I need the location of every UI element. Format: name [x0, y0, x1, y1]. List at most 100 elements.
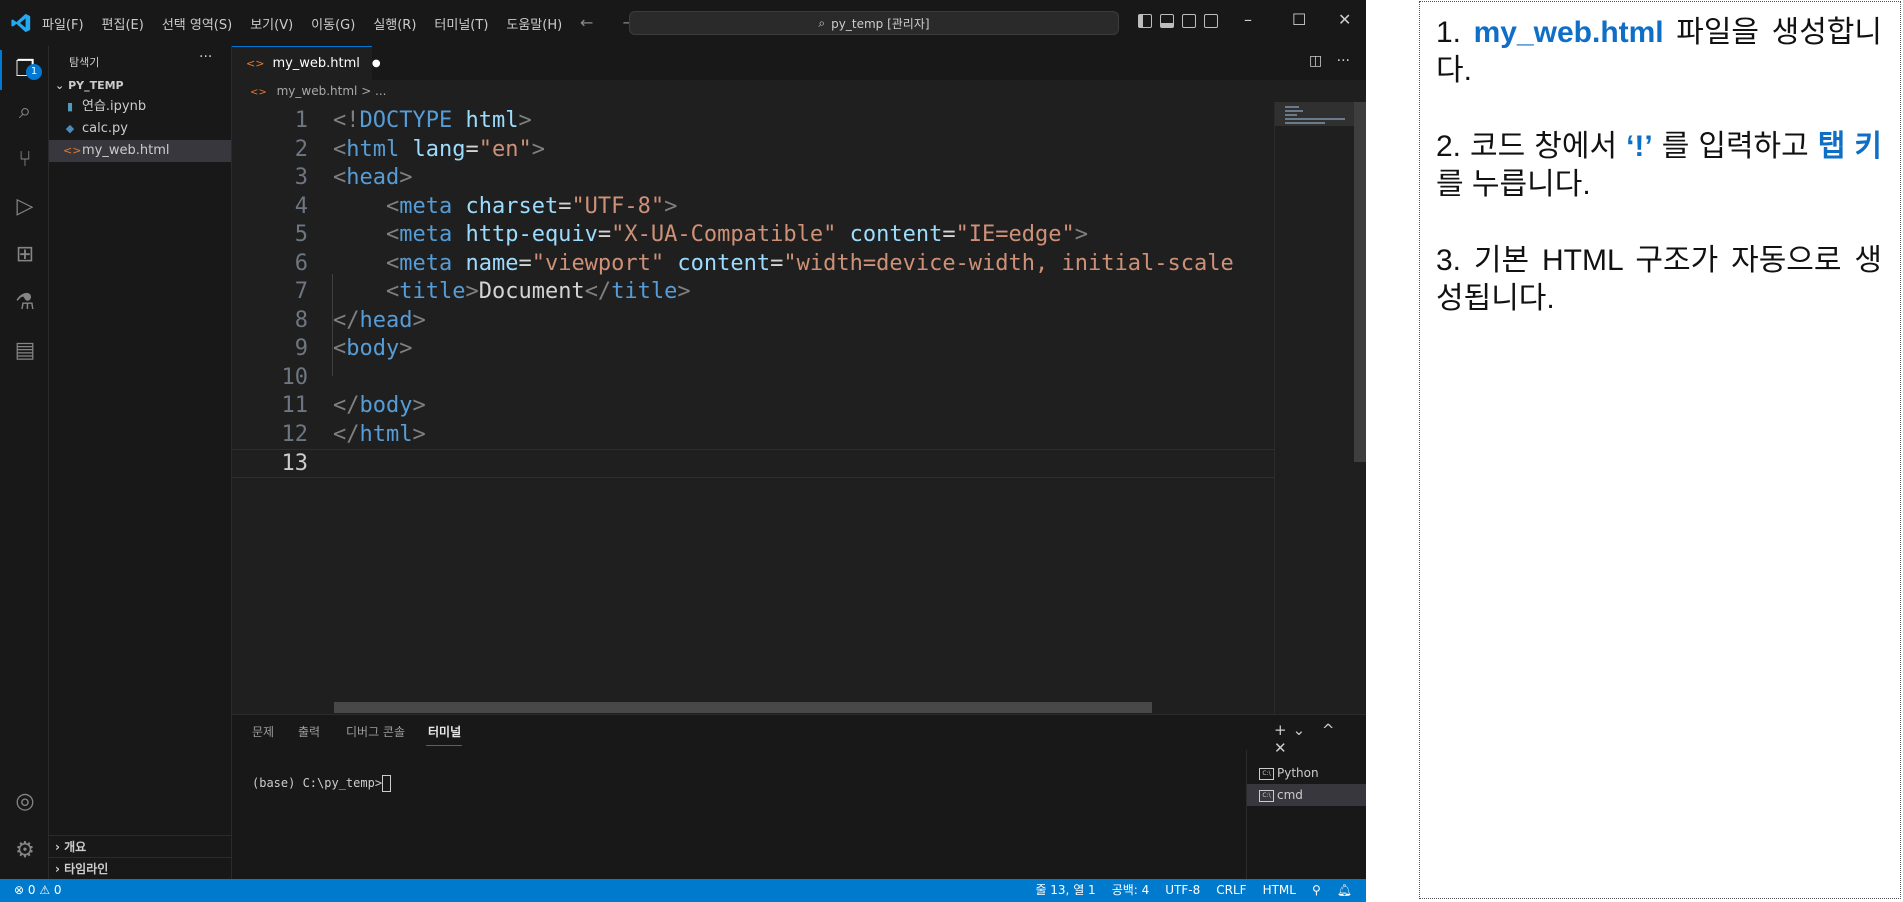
more-actions-icon[interactable]: ···: [1337, 53, 1350, 69]
feedback-icon[interactable]: ⚲: [1312, 879, 1321, 902]
file-item-my-web[interactable]: <>my_web.html: [49, 140, 231, 162]
menu-item[interactable]: 선택 영역(S): [162, 14, 232, 33]
menu-item[interactable]: 파일(F): [42, 14, 84, 33]
minimize-button[interactable]: –: [1244, 10, 1252, 29]
editor-horizontal-scrollbar[interactable]: [334, 702, 1152, 713]
code-line[interactable]: 5 <meta http-equiv="X-UA-Compatible" con…: [232, 221, 1274, 250]
code-token: <: [385, 279, 400, 304]
toggle-secondary-sidebar-icon[interactable]: [1182, 14, 1196, 28]
chevron-right-icon: ›: [55, 862, 60, 876]
step-text: 를 입력하고: [1652, 130, 1818, 163]
code-token: </: [333, 393, 360, 418]
notifications-bell-icon[interactable]: 🔔︎: [1337, 879, 1352, 902]
outline-section[interactable]: › 개요: [49, 835, 231, 857]
line-number: 1: [294, 108, 308, 133]
accounts-icon[interactable]: ◎: [12, 789, 38, 815]
code-line[interactable]: 7 <title>Document</title>: [232, 278, 1274, 307]
toggle-panel-icon[interactable]: [1160, 14, 1174, 28]
code-line[interactable]: 10: [232, 364, 1274, 393]
code-line[interactable]: 8 </head>: [232, 307, 1274, 336]
menu-item[interactable]: 보기(V): [250, 14, 293, 33]
menu-item[interactable]: 터미널(T): [434, 14, 488, 33]
code-token: =: [770, 250, 784, 276]
code-token: >: [412, 393, 426, 418]
toggle-sidebar-icon[interactable]: [1138, 14, 1152, 28]
tab-terminal[interactable]: 터미널: [428, 723, 461, 740]
run-debug-icon[interactable]: ▷: [12, 194, 38, 220]
indentation-status[interactable]: 공백: 4: [1112, 879, 1150, 902]
code-token: >: [412, 421, 426, 447]
remote-explorer-icon[interactable]: ▤: [12, 338, 38, 364]
tab-problems[interactable]: 문제: [252, 723, 274, 740]
minimap[interactable]: [1274, 102, 1355, 714]
code-token: <: [385, 193, 400, 219]
settings-gear-icon[interactable]: ⚙: [12, 838, 38, 864]
breadcrumb-file[interactable]: my_web.html: [277, 84, 358, 98]
line-number: 11: [281, 393, 309, 418]
tab-my-web-html[interactable]: <> my_web.html ●: [232, 46, 381, 80]
menu-item[interactable]: 이동(G): [311, 14, 355, 33]
html-icon: <>: [63, 144, 82, 157]
source-control-icon[interactable]: ⑂: [12, 147, 38, 173]
search-icon[interactable]: ⌕: [12, 99, 38, 125]
minimap-line: [1285, 106, 1299, 108]
code-line[interactable]: 1 <!DOCTYPE html>: [232, 107, 1274, 136]
breadcrumb-rest[interactable]: > ...: [361, 84, 386, 98]
folder-py-temp[interactable]: ⌄ PY_TEMP: [55, 79, 124, 92]
command-center-search[interactable]: ⌕ py_temp [관리자]: [629, 11, 1119, 35]
code-line[interactable]: 2 <html lang="en">: [232, 136, 1274, 165]
terminal-icon: C:\: [1259, 767, 1274, 780]
bottom-panel: 문제 출력 디버그 콘솔 터미널 +⌄ ^ ✕ (base) C:\py_tem…: [232, 714, 1366, 880]
code-text: <title>Document</title>: [333, 278, 691, 307]
code-token: =: [558, 193, 572, 219]
menu-item[interactable]: 실행(R): [373, 14, 416, 33]
code-token: content: [849, 222, 943, 247]
code-token: "X-UA-Compatible": [611, 222, 837, 247]
menu-item[interactable]: 도움말(H): [506, 14, 562, 33]
file-item-calc[interactable]: ◆ calc.py: [49, 118, 231, 140]
testing-icon[interactable]: ⚗: [12, 290, 38, 316]
code-line[interactable]: 9 <body>: [232, 335, 1274, 364]
menu-item[interactable]: 편집(E): [102, 14, 144, 33]
extensions-icon[interactable]: ⊞: [12, 242, 38, 268]
file-item-notebook[interactable]: ▮ 연습.ipynb: [49, 96, 231, 118]
code-line[interactable]: 4 <meta charset="UTF-8">: [232, 193, 1274, 222]
scrollbar-thumb[interactable]: [1354, 102, 1366, 462]
file-name: 연습.ipynb: [82, 99, 147, 114]
code-token: <: [333, 136, 347, 162]
terminal-output[interactable]: (base) C:\py_temp>: [252, 775, 392, 792]
line-number: 2: [294, 136, 308, 162]
split-editor-icon[interactable]: ◫: [1309, 53, 1322, 69]
editor-vertical-scrollbar[interactable]: [1354, 102, 1366, 714]
code-line[interactable]: 6 <meta name="viewport" content="width=d…: [232, 250, 1274, 279]
more-actions-icon[interactable]: ···: [199, 49, 212, 65]
customize-layout-icon[interactable]: [1204, 14, 1218, 28]
terminal-item-python[interactable]: C:\ Python: [1247, 762, 1366, 784]
editor-tab-bar: <> my_web.html ● ◫ ···: [232, 46, 1366, 80]
code-editor[interactable]: 1 <!DOCTYPE html> 2 <html lang="en"> 3 <head>…: [232, 102, 1274, 714]
problems-status[interactable]: ⊗ 0 ⚠ 0: [14, 879, 62, 902]
code-token: =: [465, 136, 479, 162]
terminal-item-cmd[interactable]: C:\ cmd: [1247, 784, 1366, 806]
eol-status[interactable]: CRLF: [1216, 879, 1246, 902]
code-token: html: [346, 136, 400, 162]
code-line[interactable]: 11 </body>: [232, 392, 1274, 421]
code-token: "UTF-8": [571, 193, 665, 219]
code-line[interactable]: 13: [232, 449, 1274, 478]
language-mode[interactable]: HTML: [1263, 879, 1296, 902]
timeline-section[interactable]: › 타임라인: [49, 857, 231, 879]
code-line[interactable]: 3 <head>: [232, 164, 1274, 193]
encoding-status[interactable]: UTF-8: [1165, 879, 1200, 902]
unsaved-dot-icon[interactable]: ●: [372, 58, 381, 69]
tab-debug-console[interactable]: 디버그 콘솔: [346, 723, 405, 740]
code-line[interactable]: 12 </html>: [232, 421, 1274, 450]
tab-label: my_web.html: [272, 56, 360, 71]
tab-output[interactable]: 출력: [298, 723, 320, 740]
maximize-button[interactable]: ☐: [1292, 10, 1306, 29]
cursor-position[interactable]: 줄 13, 열 1: [1035, 879, 1095, 902]
close-button[interactable]: ✕: [1338, 10, 1351, 29]
step-number: 1.: [1436, 16, 1474, 49]
title-bar: 파일(F) 편집(E) 선택 영역(S) 보기(V) 이동(G) 실행(R) 터미널(T) 도…: [0, 0, 1366, 46]
